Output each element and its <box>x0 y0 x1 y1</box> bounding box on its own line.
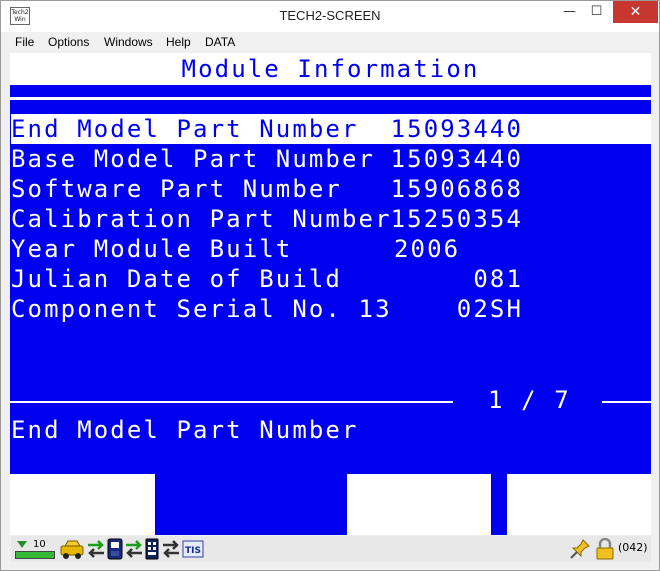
menu-help[interactable]: Help <box>166 35 191 49</box>
row-value: 15250354 <box>390 205 523 233</box>
menu-windows[interactable]: Windows <box>104 35 153 49</box>
row-label: End Model Part Number <box>11 115 359 143</box>
data-row-software[interactable]: Software Part Number 15906868 <box>11 174 651 204</box>
more-softkey[interactable]: More <box>507 474 651 535</box>
battery-arrow-icon <box>17 541 27 548</box>
tis-icon[interactable]: TIS <box>182 538 204 560</box>
data-row-calibration[interactable]: Calibration Part Number 15250354 <box>11 204 651 234</box>
data-row-end-model[interactable]: End Model Part Number 15093440 <box>11 114 651 144</box>
row-value: 081 <box>473 265 523 293</box>
tech2-device-icon <box>107 538 123 560</box>
lock-icon <box>596 538 614 560</box>
maximize-button[interactable]: ☐ <box>583 1 610 23</box>
menu-data[interactable]: DATA <box>205 35 235 49</box>
row-value: 15093440 <box>390 145 523 173</box>
softkey-label-line1: Quick <box>377 475 461 503</box>
menu-options[interactable]: Options <box>48 35 89 49</box>
tech2-window: Tech2 Win TECH2-SCREEN — ☐ ✕ File Option… <box>0 0 660 571</box>
quick-snapshot-softkey[interactable]: Quick Snapshot <box>347 474 491 535</box>
data-row-serial[interactable]: Component Serial No. 13 02SH <box>11 294 651 324</box>
menu-bar: File Options Windows Help DATA <box>11 33 651 52</box>
softkey-label-line2: Items <box>41 505 124 533</box>
battery-icon: 10 <box>13 539 57 559</box>
tech2-screen: Module Information End Model Part Number… <box>10 53 651 535</box>
row-label: Julian Date of Build <box>11 265 342 293</box>
softkey-label-line1: Select <box>32 475 133 503</box>
select-items-softkey[interactable]: Select Items <box>10 474 155 535</box>
row-label: Component Serial No. 13 <box>11 295 392 323</box>
status-bar: 10 TIS (042) <box>11 536 651 562</box>
row-value: 15093440 <box>390 115 523 143</box>
row-label: Calibration Part Number <box>11 205 392 233</box>
vehicle-icon <box>60 540 84 559</box>
row-label: Software Part Number <box>11 175 342 203</box>
pin-icon <box>570 539 590 559</box>
item-description: End Model Part Number <box>11 416 359 444</box>
battery-level: 10 <box>33 539 46 550</box>
connection-arrows-icon <box>126 540 142 558</box>
softkey-label-line2: Snapshot <box>352 505 486 533</box>
row-label: Base Model Part Number <box>11 145 376 173</box>
row-value: 15906868 <box>390 175 523 203</box>
connection-arrows-icon <box>88 540 104 558</box>
row-value: 2006 <box>394 235 461 263</box>
row-value: 02SH <box>456 295 523 323</box>
connection-arrows-icon <box>163 540 179 558</box>
header-divider <box>10 97 651 100</box>
data-row-base-model[interactable]: Base Model Part Number 15093440 <box>11 144 651 174</box>
screen-title: Module Information <box>10 53 651 85</box>
row-label: Year Module Built <box>11 235 293 263</box>
pc-device-icon <box>145 538 159 560</box>
lock-counter: (042) <box>618 541 648 554</box>
softkey-label-line1: More <box>545 475 613 503</box>
page-indicator: 1 / 7 <box>488 386 571 414</box>
page-divider-left <box>10 401 453 403</box>
data-row-julian-date[interactable]: Julian Date of Build 081 <box>11 264 651 294</box>
battery-bar <box>15 551 55 559</box>
menu-file[interactable]: File <box>15 35 34 49</box>
page-divider-right <box>602 401 651 403</box>
close-button[interactable]: ✕ <box>613 1 658 23</box>
title-bar: Tech2 Win TECH2-SCREEN — ☐ ✕ <box>1 1 659 32</box>
data-row-year-built[interactable]: Year Module Built 2006 <box>11 234 651 264</box>
minimize-button[interactable]: — <box>556 1 583 23</box>
tis-label: TIS <box>185 546 201 556</box>
